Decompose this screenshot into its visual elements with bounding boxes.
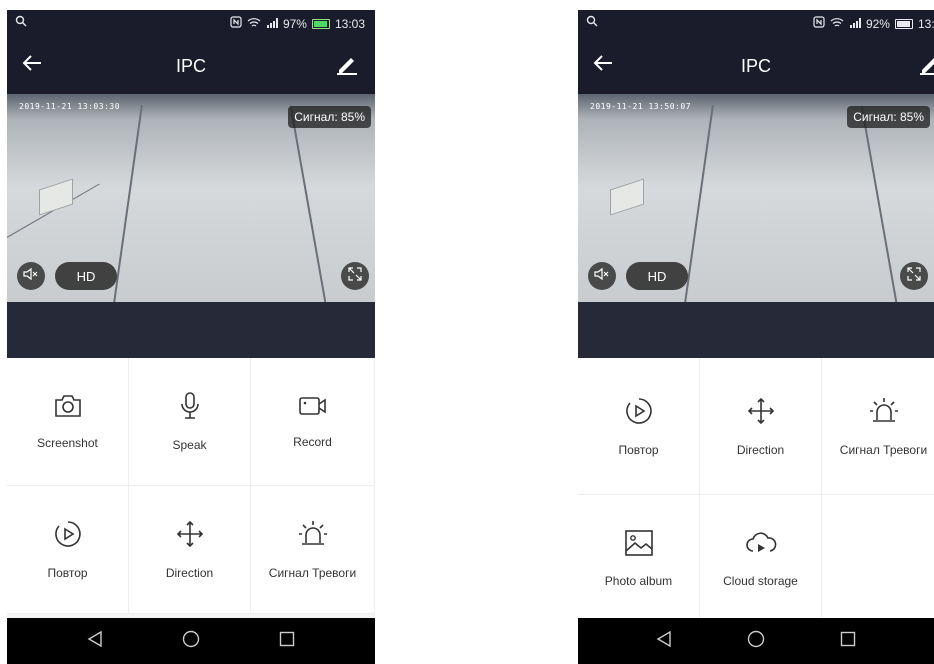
mute-button[interactable] xyxy=(588,262,616,290)
cloud-storage-button[interactable]: Cloud storage xyxy=(700,495,822,622)
battery-percent: 97% xyxy=(282,16,307,31)
wifi-icon xyxy=(830,17,844,31)
video-timestamp: 2019-11-21 13:03:30 xyxy=(19,102,121,111)
camera-feed[interactable]: 2019-11-21 13:03:30 Сигнал: 85% HD xyxy=(7,94,375,302)
playback-icon xyxy=(53,519,83,566)
edit-pencil-icon[interactable] xyxy=(918,52,934,81)
video-record-icon xyxy=(298,394,328,435)
quality-hd-button[interactable]: HD xyxy=(55,262,117,290)
fullscreen-icon xyxy=(347,266,363,287)
home-icon[interactable] xyxy=(182,630,200,653)
action-label: Cloud storage xyxy=(723,573,798,588)
wifi-icon xyxy=(247,17,261,31)
direction-arrows-icon xyxy=(746,396,776,443)
clock: 13:03 xyxy=(334,16,365,31)
action-label: Direction xyxy=(736,442,785,457)
action-label: Photo album xyxy=(604,573,673,588)
action-grid: Повтор Direction Сигнал Тревоги Photo al… xyxy=(578,358,934,622)
alarm-button[interactable]: Сигнал Тревоги xyxy=(822,358,934,495)
fullscreen-button[interactable] xyxy=(900,262,928,290)
mute-button[interactable] xyxy=(17,262,45,290)
action-label: Сигнал Тревоги xyxy=(268,566,357,580)
nfc-icon xyxy=(230,16,242,31)
recents-icon[interactable] xyxy=(279,631,295,652)
speaker-muted-icon xyxy=(594,267,610,286)
alarm-siren-icon xyxy=(868,396,900,443)
home-icon[interactable] xyxy=(747,630,765,653)
status-bar: 97% 13:03 xyxy=(7,10,375,38)
cell-signal-icon xyxy=(266,17,278,31)
back-icon[interactable] xyxy=(656,630,672,653)
camera-icon xyxy=(53,393,83,436)
back-icon[interactable] xyxy=(87,630,103,653)
recents-icon[interactable] xyxy=(840,631,856,652)
page-title: IPC xyxy=(175,56,206,76)
direction-button[interactable]: Direction xyxy=(129,486,251,614)
action-label: Direction xyxy=(165,566,214,580)
app-header: IPC xyxy=(578,38,934,94)
microphone-icon xyxy=(178,391,202,438)
page-title: IPC xyxy=(740,56,771,76)
action-grid: Screenshot Speak Record Повтор Direction xyxy=(7,358,375,614)
signal-strength-badge: Сигнал: 85% xyxy=(288,106,371,128)
empty-slot xyxy=(822,495,934,622)
ceiling-vent xyxy=(39,178,73,216)
app-header: IPC xyxy=(7,38,375,94)
playback-icon xyxy=(624,396,654,443)
action-label: Screenshot xyxy=(37,436,98,450)
direction-arrows-icon xyxy=(175,519,205,566)
search-icon xyxy=(586,15,598,30)
clock: 13:50 xyxy=(917,16,934,31)
edit-pencil-icon[interactable] xyxy=(335,52,359,81)
cloud-storage-icon xyxy=(744,529,778,574)
screenshot-button[interactable]: Screenshot xyxy=(7,358,129,486)
cell-signal-icon xyxy=(849,17,861,31)
system-nav-bar xyxy=(578,618,934,664)
photo-album-button[interactable]: Photo album xyxy=(578,495,700,622)
spacer xyxy=(375,0,578,664)
fullscreen-button[interactable] xyxy=(341,262,369,290)
signal-strength-badge: Сигнал: 85% xyxy=(847,106,930,128)
direction-button[interactable]: Direction xyxy=(700,358,822,495)
action-label: Record xyxy=(293,435,332,449)
battery-fill xyxy=(313,20,328,27)
action-label: Speak xyxy=(172,438,207,452)
speak-button[interactable]: Speak xyxy=(129,358,251,486)
quality-hd-button[interactable]: HD xyxy=(626,262,688,290)
speaker-muted-icon xyxy=(23,267,39,286)
phone-screen-left: 97% 13:03 IPC 2019-11-21 13:03:30 Сигнал… xyxy=(7,10,375,664)
alarm-siren-icon xyxy=(297,519,329,566)
phone-screen-right: 92% 13:50 IPC 2019-11-21 13:50:07 Сигнал… xyxy=(578,10,934,664)
playback-button[interactable]: Повтор xyxy=(578,358,700,495)
action-label: Повтор xyxy=(618,442,659,457)
alarm-button[interactable]: Сигнал Тревоги xyxy=(251,486,375,614)
nfc-icon xyxy=(813,16,825,31)
status-bar: 92% 13:50 xyxy=(578,10,934,38)
battery-icon xyxy=(894,18,913,29)
playback-button[interactable]: Повтор xyxy=(7,486,129,614)
ceiling-vent xyxy=(610,178,644,216)
battery-percent: 92% xyxy=(865,16,890,31)
action-label: Сигнал Тревоги xyxy=(839,442,928,457)
video-timestamp: 2019-11-21 13:50:07 xyxy=(590,102,692,111)
battery-fill xyxy=(896,20,910,27)
fullscreen-icon xyxy=(906,266,922,287)
record-button[interactable]: Record xyxy=(251,358,375,486)
photo-album-icon xyxy=(624,529,654,574)
video-controls-band xyxy=(578,302,934,358)
video-controls-band xyxy=(7,302,375,358)
battery-icon xyxy=(311,18,330,29)
system-nav-bar xyxy=(7,618,375,664)
search-icon xyxy=(15,15,27,30)
action-label: Повтор xyxy=(47,566,88,580)
camera-feed[interactable]: 2019-11-21 13:50:07 Сигнал: 85% HD xyxy=(578,94,934,302)
